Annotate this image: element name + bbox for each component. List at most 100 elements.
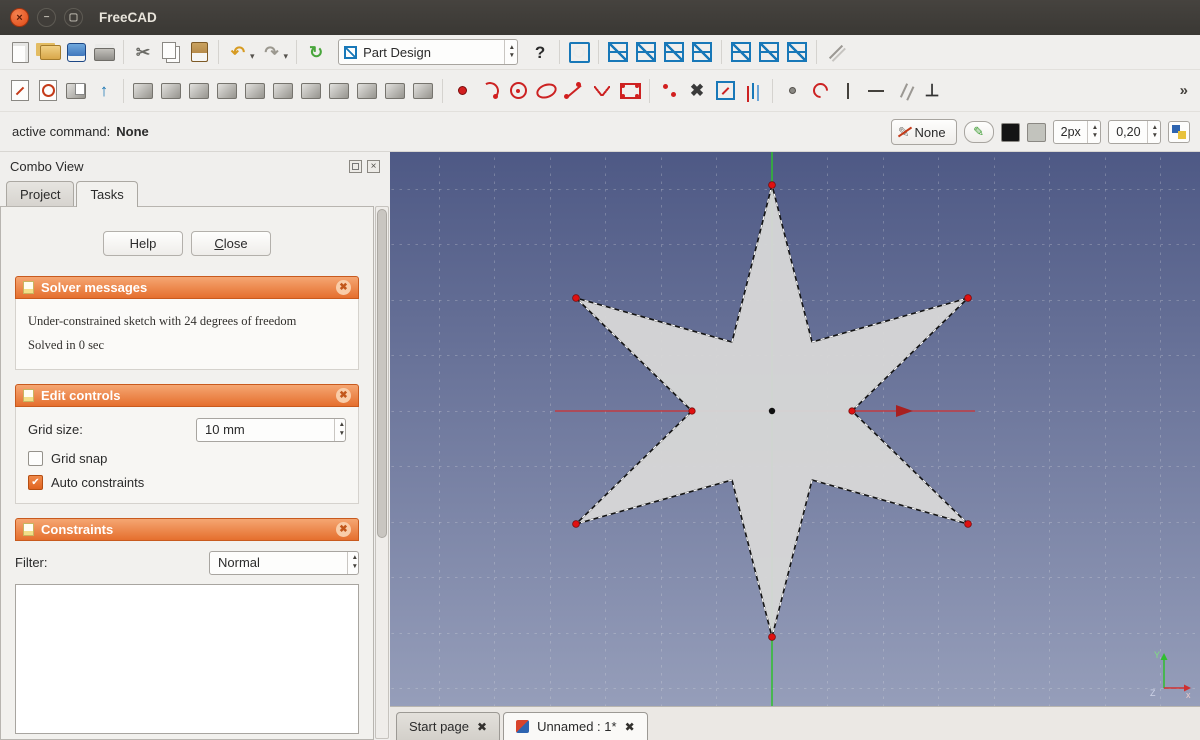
- tab-project[interactable]: Project: [6, 181, 74, 207]
- constrain-parallel-icon[interactable]: [891, 78, 917, 104]
- undo-icon[interactable]: ↶: [225, 39, 251, 65]
- map-sketch-icon[interactable]: [63, 78, 89, 104]
- vertex-point[interactable]: [573, 295, 580, 302]
- float-panel-icon[interactable]: [349, 160, 362, 173]
- workbench-selector[interactable]: Part Design: [338, 39, 518, 65]
- toolbar-expand-button[interactable]: »: [1180, 82, 1194, 99]
- groove-icon[interactable]: [214, 78, 240, 104]
- tab-unnamed-document[interactable]: Unnamed : 1*: [503, 712, 648, 740]
- vertex-point[interactable]: [689, 408, 695, 414]
- create-rectangle-icon[interactable]: [617, 78, 643, 104]
- copy-icon[interactable]: [158, 39, 184, 65]
- constrain-arc-icon[interactable]: [807, 78, 833, 104]
- linear-pattern-icon[interactable]: [410, 78, 436, 104]
- leave-sketch-icon[interactable]: ↑: [91, 78, 117, 104]
- tab-start-page[interactable]: Start page: [396, 712, 500, 740]
- origin-point[interactable]: [769, 408, 775, 414]
- redo-icon[interactable]: ↷: [259, 39, 285, 65]
- edit-sketch-icon[interactable]: [35, 78, 61, 104]
- vertex-point[interactable]: [965, 295, 972, 302]
- view-axonometric-icon[interactable]: [605, 39, 631, 65]
- close-button[interactable]: Close: [191, 231, 271, 256]
- point-size-spinbox[interactable]: 0,20: [1108, 120, 1161, 144]
- cut-icon[interactable]: ✂: [130, 39, 156, 65]
- create-arc-icon[interactable]: [477, 78, 503, 104]
- constraint-filter-select[interactable]: Normal: [209, 551, 359, 575]
- combo-spinner-icon[interactable]: [334, 419, 345, 441]
- spinner-icon[interactable]: [1087, 121, 1098, 143]
- edit-mode-button[interactable]: ✎: [964, 121, 994, 143]
- create-point-icon[interactable]: [449, 78, 475, 104]
- pad-icon[interactable]: [130, 78, 156, 104]
- chamfer-icon[interactable]: [326, 78, 352, 104]
- close-tab-icon[interactable]: [477, 720, 487, 734]
- view-left-icon[interactable]: [784, 39, 810, 65]
- vertex-point[interactable]: [573, 521, 580, 528]
- edit-controls-header[interactable]: Edit controls: [15, 384, 359, 407]
- close-panel-icon[interactable]: [367, 160, 380, 173]
- scrollbar-thumb[interactable]: [377, 209, 387, 538]
- sketch-canvas[interactable]: [390, 152, 1200, 706]
- create-polyline-icon[interactable]: [589, 78, 615, 104]
- vertex-point[interactable]: [769, 634, 776, 641]
- whats-this-icon[interactable]: ?: [527, 39, 553, 65]
- external-geometry-icon[interactable]: [712, 78, 738, 104]
- print-icon[interactable]: [91, 39, 117, 65]
- spinner-icon[interactable]: [1147, 121, 1158, 143]
- vertex-point[interactable]: [965, 521, 972, 528]
- close-tab-icon[interactable]: [625, 720, 635, 734]
- tab-tasks[interactable]: Tasks: [76, 181, 137, 207]
- grid-size-select[interactable]: 10 mm: [196, 418, 346, 442]
- new-file-icon[interactable]: [7, 39, 33, 65]
- create-line-icon[interactable]: [561, 78, 587, 104]
- line-color-swatch[interactable]: [1001, 123, 1020, 142]
- measure-distance-icon[interactable]: [823, 39, 849, 65]
- constrain-coincident-icon[interactable]: [656, 78, 682, 104]
- solver-messages-header[interactable]: Solver messages: [15, 276, 359, 299]
- constraints-header[interactable]: Constraints: [15, 518, 359, 541]
- view-rear-icon[interactable]: [728, 39, 754, 65]
- pocket-icon[interactable]: [158, 78, 184, 104]
- collapse-section-icon[interactable]: [336, 388, 351, 403]
- view-bottom-icon[interactable]: [756, 39, 782, 65]
- view-front-icon[interactable]: [633, 39, 659, 65]
- line-width-spinbox[interactable]: 2px: [1053, 120, 1102, 144]
- create-circle-icon[interactable]: [505, 78, 531, 104]
- rendering-options-icon[interactable]: [1168, 121, 1190, 143]
- refresh-icon[interactable]: ↻: [303, 39, 329, 65]
- draft-icon[interactable]: [354, 78, 380, 104]
- revolution-icon[interactable]: [186, 78, 212, 104]
- constrain-horizontal-icon[interactable]: [863, 78, 889, 104]
- 3d-viewport[interactable]: Y Z x Start page Unnamed : 1*: [390, 152, 1200, 740]
- create-sketch-icon[interactable]: [7, 78, 33, 104]
- fillet-icon[interactable]: [298, 78, 324, 104]
- window-close-button[interactable]: ×: [10, 8, 29, 27]
- window-maximize-button[interactable]: ▢: [64, 8, 83, 27]
- paste-icon[interactable]: [186, 39, 212, 65]
- fill-color-swatch[interactable]: [1027, 123, 1046, 142]
- auto-constraints-checkbox[interactable]: [28, 475, 43, 490]
- vertex-point[interactable]: [769, 182, 776, 189]
- collapse-section-icon[interactable]: [336, 522, 351, 537]
- view-top-icon[interactable]: [661, 39, 687, 65]
- constrain-block-icon[interactable]: [779, 78, 805, 104]
- constrain-perpendicular-icon[interactable]: ⊥: [919, 78, 945, 104]
- additive-pipe-icon[interactable]: [270, 78, 296, 104]
- panel-scrollbar[interactable]: [375, 206, 389, 739]
- constrain-vertical-icon[interactable]: [835, 78, 861, 104]
- view-right-icon[interactable]: [689, 39, 715, 65]
- constraints-list[interactable]: [15, 584, 359, 734]
- create-conic-icon[interactable]: [533, 78, 559, 104]
- combo-spinner-icon[interactable]: [347, 552, 358, 574]
- open-folder-icon[interactable]: [35, 39, 61, 65]
- combo-spinner-icon[interactable]: [504, 40, 515, 64]
- construction-mode-icon[interactable]: [740, 78, 766, 104]
- window-minimize-button[interactable]: −: [37, 8, 56, 27]
- collapse-section-icon[interactable]: [336, 280, 351, 295]
- grid-snap-checkbox[interactable]: [28, 451, 43, 466]
- fit-all-icon[interactable]: [566, 39, 592, 65]
- delete-icon[interactable]: ✖: [684, 78, 710, 104]
- thickness-icon[interactable]: [382, 78, 408, 104]
- additive-loft-icon[interactable]: [242, 78, 268, 104]
- vertex-point[interactable]: [849, 408, 855, 414]
